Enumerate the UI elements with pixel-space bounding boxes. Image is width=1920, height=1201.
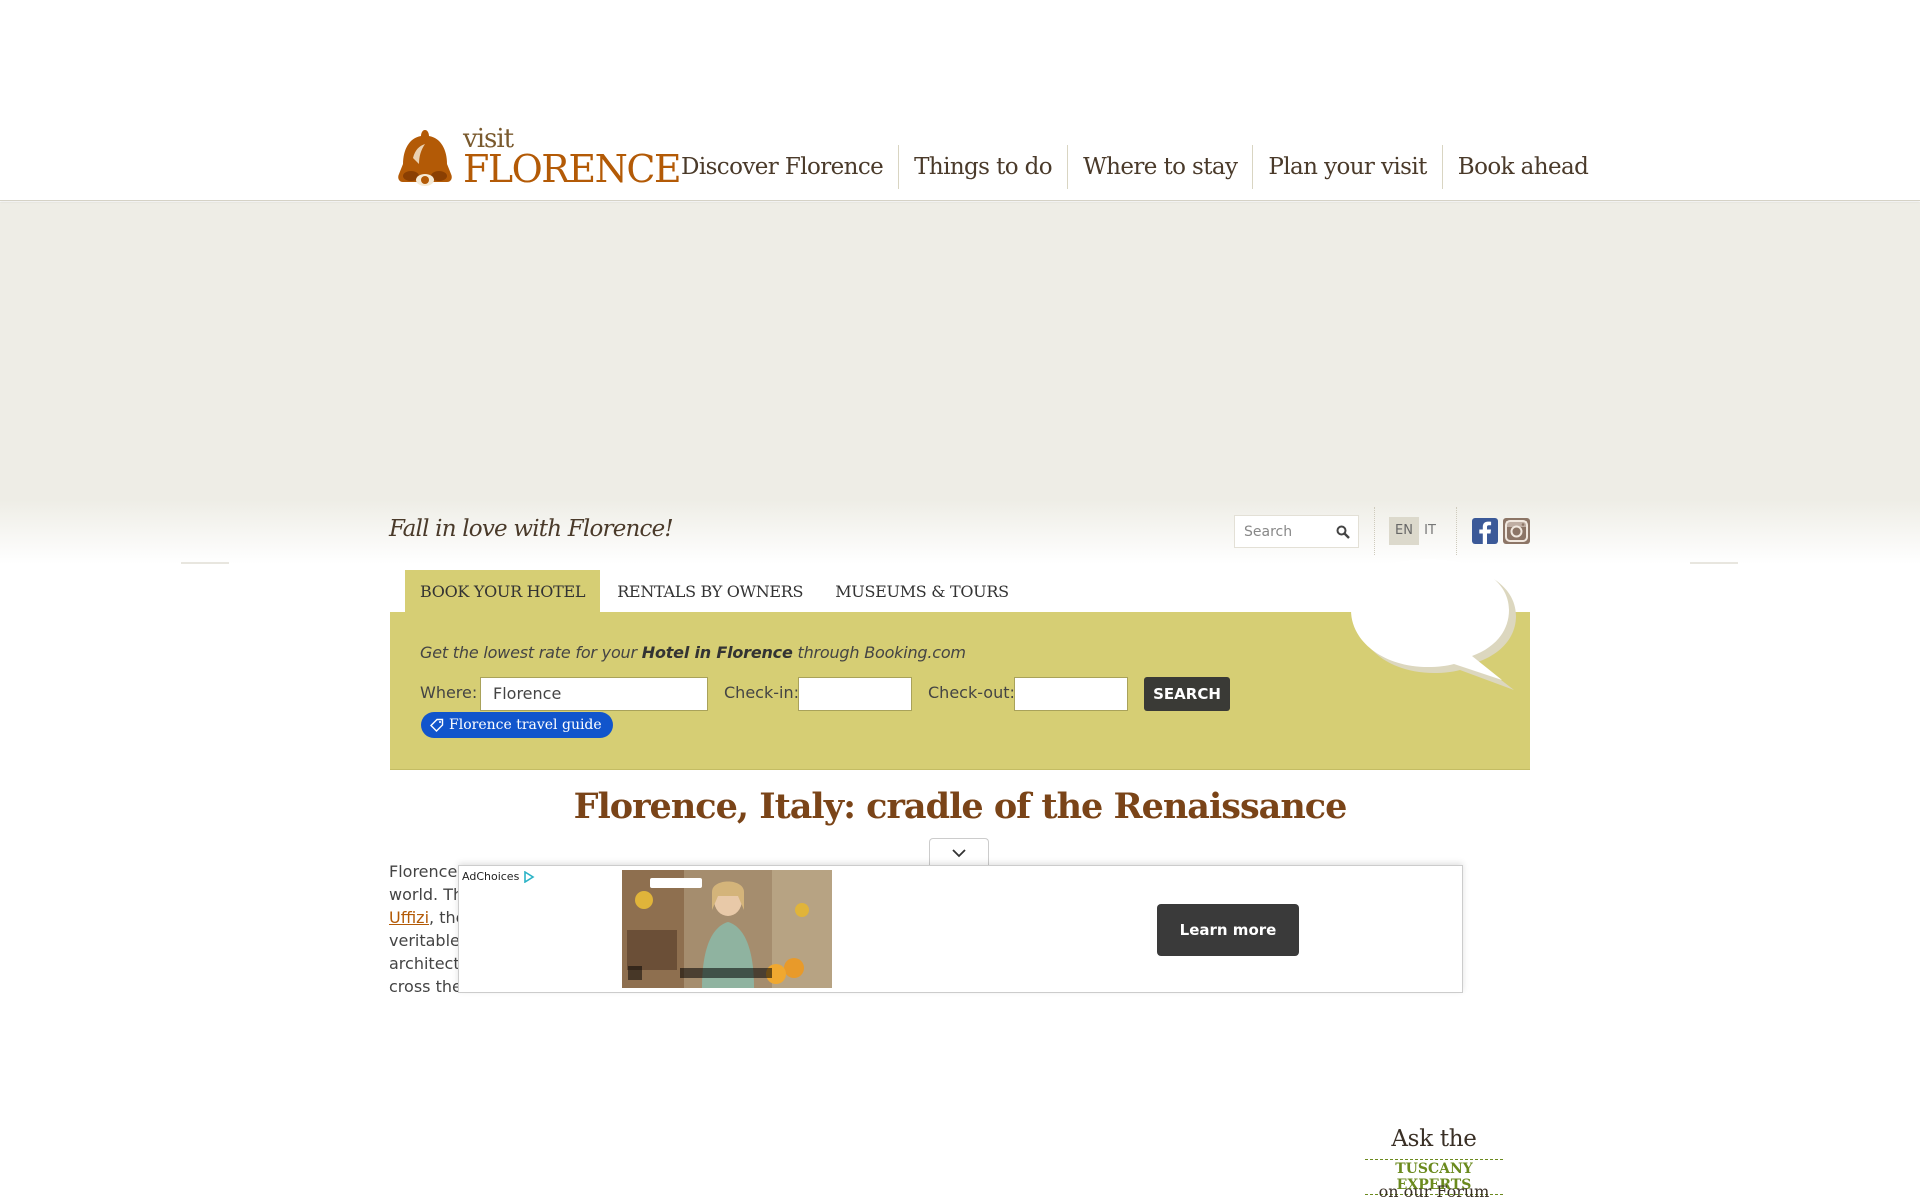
checkin-label: Check-in: <box>724 683 799 702</box>
nav-things-to-do[interactable]: Things to do <box>898 145 1067 189</box>
logo-florence-text: FLORENCE <box>463 147 682 191</box>
checkout-input[interactable] <box>1014 677 1128 711</box>
adchoices-icon <box>524 870 535 883</box>
travel-guide-tag[interactable]: Florence travel guide <box>421 712 613 738</box>
tab-museums-tours[interactable]: MUSEUMS & TOURS <box>820 570 1024 613</box>
nav-book-ahead[interactable]: Book ahead <box>1441 145 1603 189</box>
paragraph-line: world. Th <box>389 885 464 904</box>
ad-video[interactable] <box>622 870 832 988</box>
toolbar-divider <box>1456 507 1457 555</box>
tab-rentals-by-owners[interactable]: RENTALS BY OWNERS <box>602 570 819 613</box>
decorative-divider <box>1690 558 1738 564</box>
forum-ask-text: Ask the <box>1391 1126 1477 1152</box>
intro-paragraph: Florence' world. Th Uffizi, the veritabl… <box>389 860 469 998</box>
page-title: Florence, Italy: cradle of the Renaissan… <box>573 786 1348 827</box>
nav-plan-your-visit[interactable]: Plan your visit <box>1252 145 1441 189</box>
language-it[interactable]: IT <box>1421 517 1439 545</box>
forum-speech-bubble[interactable]: Ask the TUSCANY EXPERTS on our Forum <box>1348 556 1523 1201</box>
booking-intro-source: through Booking.com <box>792 643 966 662</box>
chevron-down-icon <box>952 848 966 857</box>
nav-where-to-stay[interactable]: Where to stay <box>1067 145 1252 189</box>
search-icon[interactable] <box>1328 516 1358 547</box>
hotel-search-button[interactable]: SEARCH <box>1144 677 1230 711</box>
language-en[interactable]: EN <box>1389 517 1419 545</box>
main-navigation: Discover Florence Things to do Where to … <box>666 144 1603 190</box>
where-input[interactable]: Florence <box>480 677 708 711</box>
tagline: Fall in love with Florence! <box>389 516 674 542</box>
ad-collapse-toggle[interactable] <box>929 838 989 866</box>
learn-more-button[interactable]: Learn more <box>1157 904 1299 956</box>
nav-discover-florence[interactable]: Discover Florence <box>666 145 898 189</box>
paragraph-line: cross the <box>389 977 462 996</box>
site-search[interactable]: Search <box>1234 515 1359 548</box>
uffizi-link[interactable]: Uffizi <box>389 908 429 927</box>
dome-logo-icon <box>398 130 452 186</box>
toolbar-divider <box>1374 507 1375 555</box>
site-header: visit FLORENCE Discover Florence Things … <box>0 0 1920 201</box>
travel-guide-label: Florence travel guide <box>449 717 602 733</box>
site-logo[interactable]: visit FLORENCE <box>389 126 682 188</box>
booking-tabs: BOOK YOUR HOTEL RENTALS BY OWNERS MUSEUM… <box>405 570 1026 613</box>
booking-intro: Get the lowest rate for your Hotel in Fl… <box>420 643 966 662</box>
adchoices-badge[interactable]: AdChoices <box>462 870 535 883</box>
paragraph-line: architect <box>389 954 460 973</box>
tab-book-your-hotel[interactable]: BOOK YOUR HOTEL <box>405 570 601 613</box>
forum-link-text: on our Forum <box>1378 1182 1490 1201</box>
where-label: Where: <box>420 683 478 702</box>
decorative-divider <box>181 558 229 564</box>
sticky-ad-banner: AdChoices Learn more <box>458 865 1463 993</box>
paragraph-line: Florence' <box>389 862 462 881</box>
tag-icon <box>430 718 444 732</box>
search-input[interactable]: Search <box>1244 524 1328 540</box>
booking-intro-emphasis: Hotel in Florence <box>641 643 793 662</box>
checkout-label: Check-out: <box>928 683 1015 702</box>
adchoices-label: AdChoices <box>462 870 520 883</box>
paragraph-line: Uffizi, the <box>389 906 469 929</box>
instagram-icon[interactable] <box>1503 518 1530 544</box>
checkin-input[interactable] <box>798 677 912 711</box>
facebook-icon[interactable] <box>1472 518 1498 544</box>
paragraph-line: veritable <box>389 931 460 950</box>
booking-intro-text: Get the lowest rate for your <box>420 643 642 662</box>
